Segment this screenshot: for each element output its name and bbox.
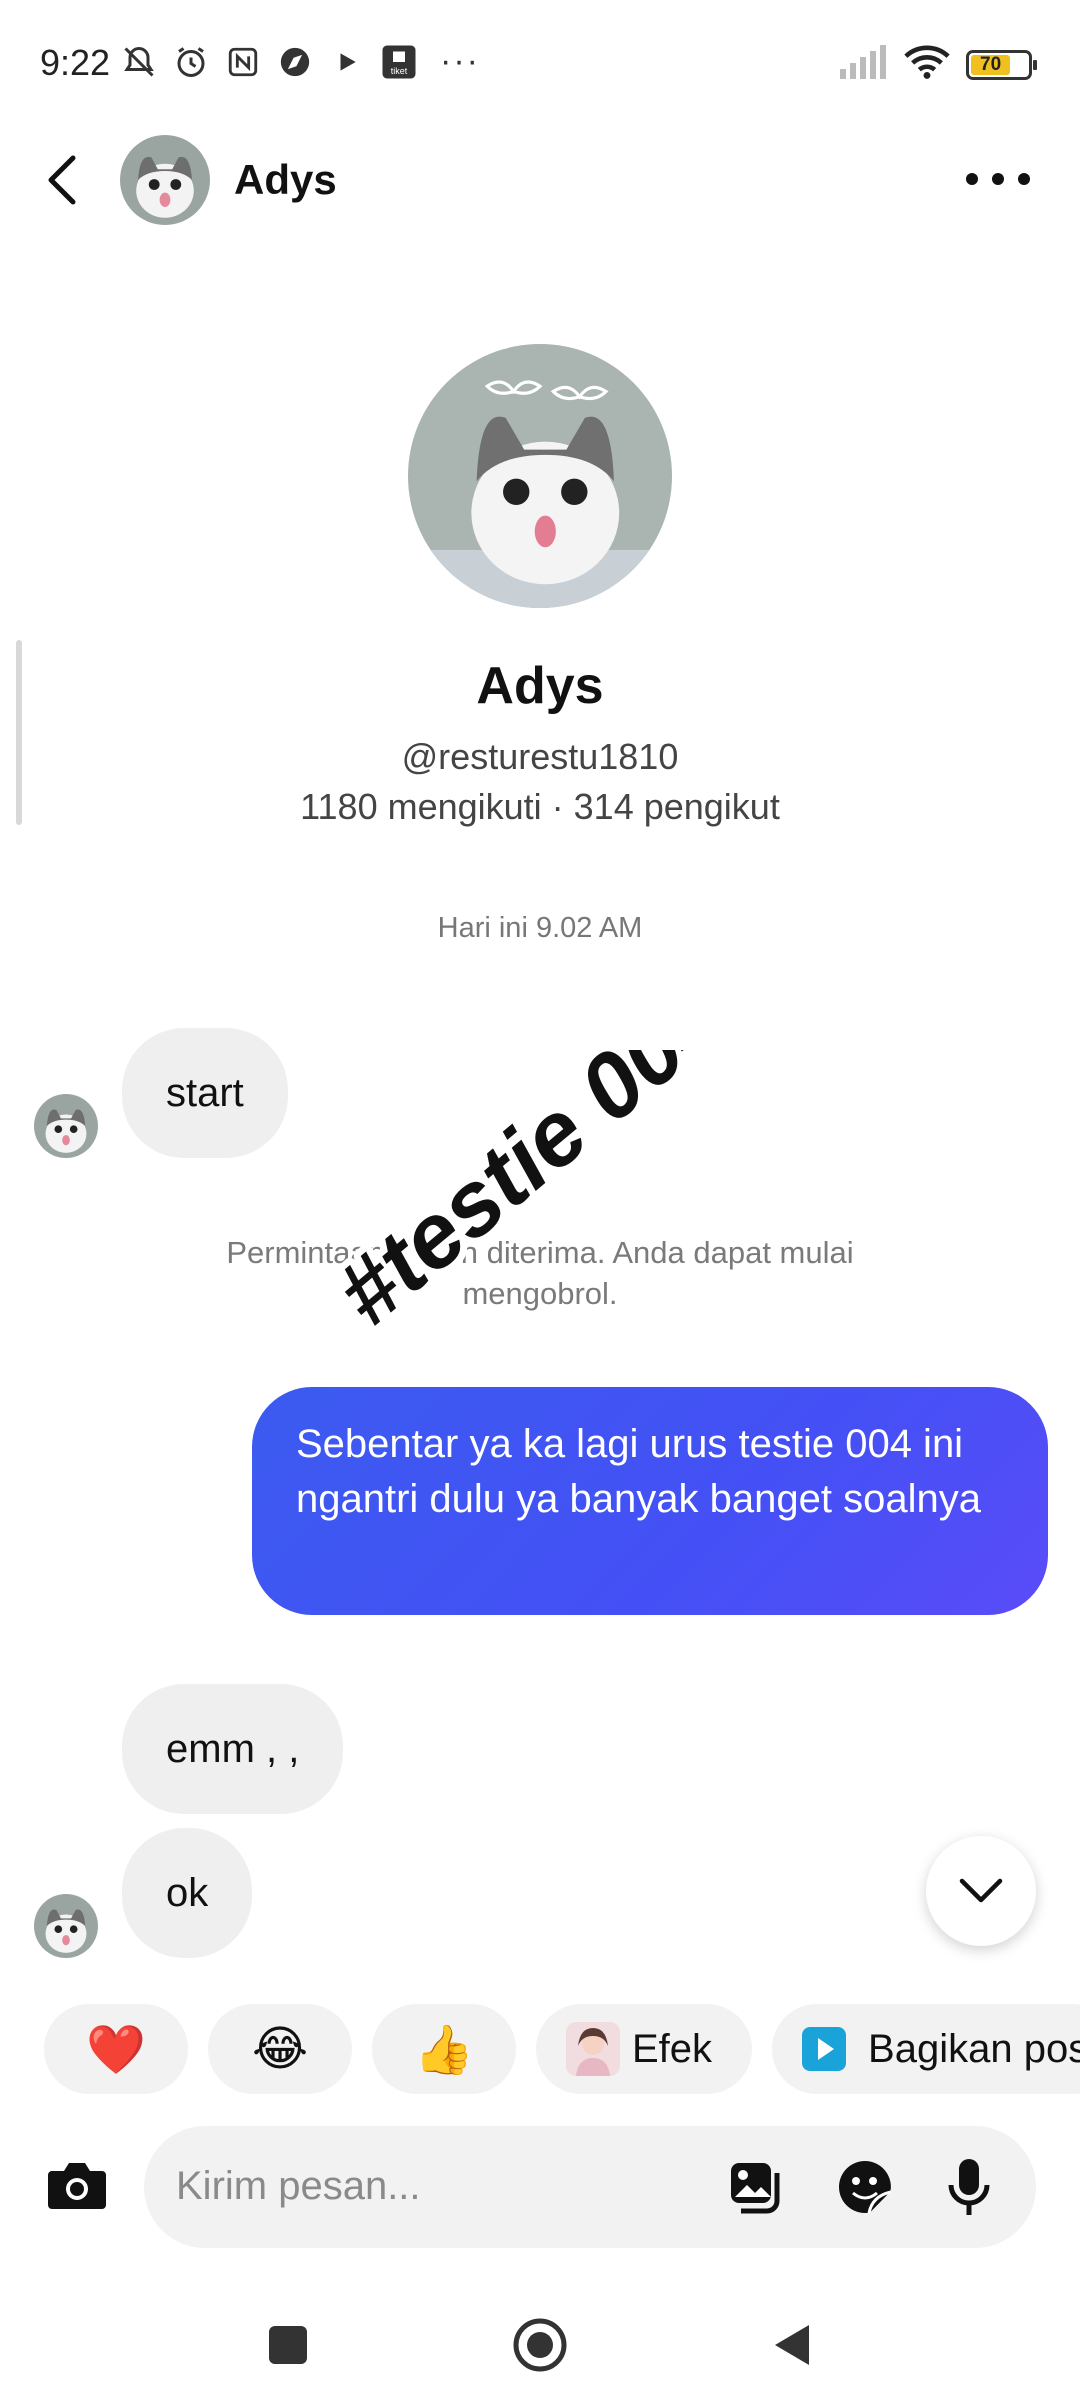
sticker-button[interactable]: [832, 2154, 898, 2220]
square-icon: [269, 2326, 307, 2364]
home-circle-icon: [513, 2318, 567, 2372]
more-options-button[interactable]: [966, 164, 1030, 194]
battery-level: 70: [971, 54, 1011, 75]
profile-avatar[interactable]: [408, 344, 672, 608]
tiket-icon-label: tiket: [391, 66, 408, 76]
status-time: 9:22: [40, 42, 111, 83]
chevron-down-icon: [959, 1878, 1003, 1903]
profile-name: Adys: [476, 657, 604, 715]
message-composer: [144, 2126, 1036, 2248]
back-nav-button[interactable]: [757, 2310, 827, 2380]
message-text: ok: [166, 1870, 209, 1915]
nfc-icon: [224, 43, 262, 81]
sticker-text: #testie 004: [330, 1050, 743, 1345]
profile-stats: 1180 mengikuti · 314 pengikut: [300, 786, 780, 827]
more-dot: [992, 173, 1004, 185]
sticker-icon: [839, 2161, 892, 2214]
message-text: start: [166, 1070, 244, 1115]
conversation-timestamp: Hari ini 9.02 AM: [437, 912, 643, 944]
gallery-icon: [731, 2163, 780, 2214]
browser-icon: [276, 43, 314, 81]
header-contact-name[interactable]: Adys: [234, 156, 337, 204]
status-overflow: ···: [440, 42, 480, 80]
camera-button[interactable]: [44, 2152, 110, 2218]
status-bar: 9:22 tiket ··· 70: [0, 0, 1080, 130]
sender-avatar[interactable]: [34, 1894, 98, 1958]
share-video-icon: [802, 2027, 847, 2071]
gallery-button[interactable]: [724, 2154, 790, 2220]
effects-button[interactable]: Efek: [536, 2004, 753, 2094]
profile-handle: @resturestu1810: [401, 736, 679, 777]
more-dot: [1018, 173, 1030, 185]
muted-bell-icon: [120, 43, 158, 81]
cat-avatar-image: [120, 135, 210, 225]
play-icon: [328, 43, 366, 81]
battery-indicator: 70: [966, 49, 1037, 80]
testie-sticker: #testie 004: [310, 958, 800, 1353]
system-navigation-bar: [0, 2290, 1080, 2400]
wifi-icon: [904, 44, 950, 85]
reaction-heart-button[interactable]: ❤️: [44, 2004, 188, 2094]
outgoing-message[interactable]: Sebentar ya ka lagi urus testie 004 ini …: [252, 1387, 1048, 1615]
header-avatar[interactable]: [120, 135, 210, 225]
effect-thumbnail-icon: [566, 2022, 620, 2076]
back-button[interactable]: [36, 150, 86, 210]
incoming-message[interactable]: ok: [122, 1828, 253, 1958]
thumbs-up-emoji: 👍: [414, 2023, 474, 2077]
microphone-icon: [948, 2159, 990, 2215]
sender-avatar[interactable]: [34, 1094, 98, 1158]
reaction-laugh-button[interactable]: 😂: [208, 2004, 352, 2094]
more-dot: [966, 173, 978, 185]
quick-reactions-bar: ❤️ 😂 👍 Efek Bagikan pos: [44, 2004, 1080, 2094]
heart-emoji: ❤️: [86, 2023, 146, 2077]
scroll-to-bottom-button[interactable]: [926, 1836, 1036, 1946]
chat-header: Adys: [0, 130, 1080, 230]
incoming-message[interactable]: start: [122, 1028, 288, 1158]
cat-avatar-image: [34, 1094, 98, 1158]
chevron-left-icon: [48, 155, 76, 205]
alarm-icon: [172, 43, 210, 81]
cat-avatar-image: [408, 344, 672, 608]
share-post-button[interactable]: Bagikan pos: [772, 2004, 1080, 2094]
tiket-app-icon: tiket: [380, 43, 418, 81]
effects-label: Efek: [632, 2026, 713, 2071]
message-text: Sebentar ya ka lagi urus testie 004 ini …: [296, 1422, 981, 1521]
camera-icon: [48, 2163, 106, 2209]
incoming-message[interactable]: emm , ,: [122, 1684, 344, 1814]
message-input[interactable]: [176, 2156, 696, 2216]
cat-avatar-image: [34, 1894, 98, 1958]
voice-message-button[interactable]: [936, 2154, 1002, 2220]
message-text: emm , ,: [166, 1726, 300, 1771]
signal-icon: [840, 45, 888, 84]
laugh-emoji: 😂: [251, 2023, 309, 2076]
status-system-icons: 70: [840, 44, 1037, 85]
share-post-label: Bagikan pos: [868, 2026, 1080, 2071]
home-button[interactable]: [505, 2310, 575, 2380]
recent-apps-button[interactable]: [253, 2310, 323, 2380]
reaction-thumbs-up-button[interactable]: 👍: [372, 2004, 516, 2094]
status-notification-icons: tiket ···: [120, 42, 480, 81]
triangle-back-icon: [775, 2325, 809, 2365]
